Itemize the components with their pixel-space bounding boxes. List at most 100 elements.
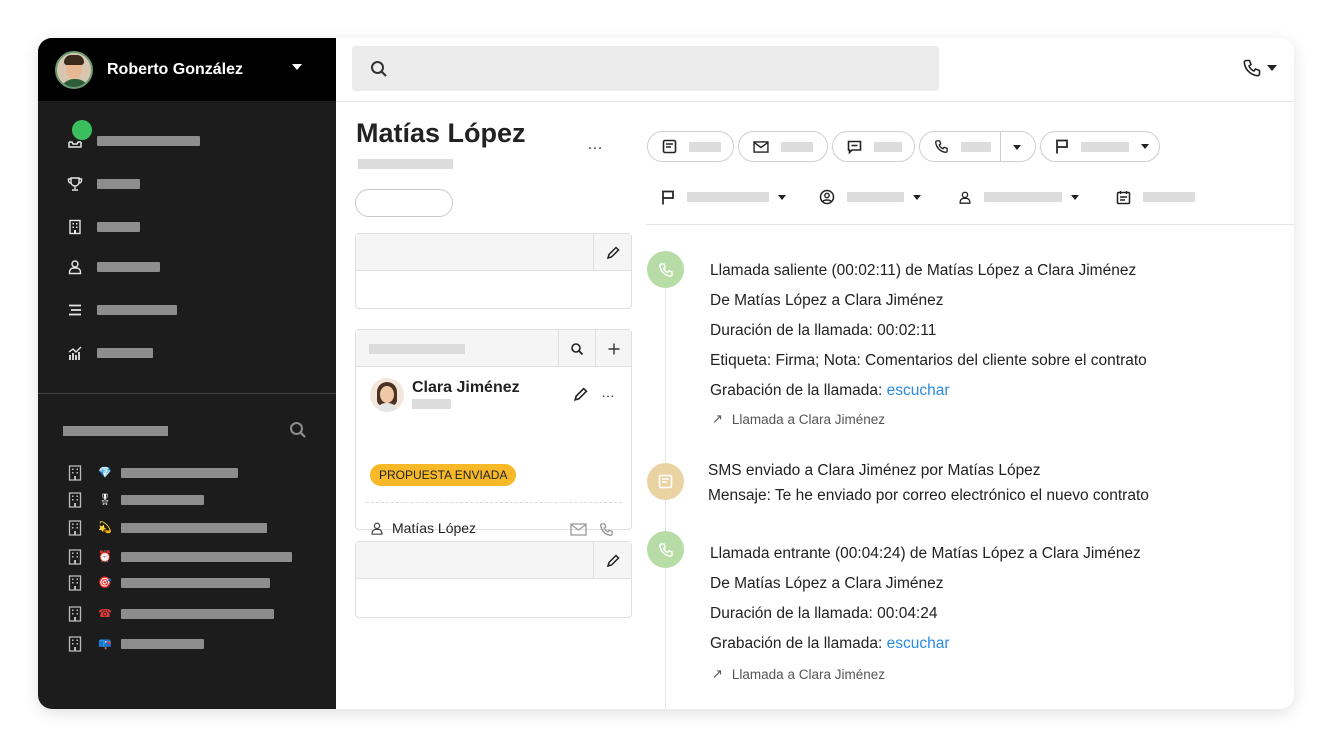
section-title-placeholder: [63, 426, 168, 436]
sidebar-item-companies[interactable]: [66, 218, 140, 236]
alarm-clock-icon: ⏰: [98, 551, 112, 563]
arrow-up-right-icon: ↗: [712, 411, 723, 426]
event-duration: Duración de la llamada: 00:02:11: [710, 322, 937, 339]
pencil-icon[interactable]: [573, 387, 588, 402]
company-list-item[interactable]: 🎖: [66, 491, 204, 509]
sidebar-item-contacts[interactable]: [66, 258, 160, 276]
info-card: [355, 233, 632, 309]
call-button[interactable]: [919, 131, 1036, 162]
chevron-down-icon: [913, 194, 921, 200]
chevron-down-icon: [1071, 194, 1079, 200]
event-title: Llamada entrante (00:04:24) de Matías Ló…: [710, 545, 1141, 562]
chevron-down-icon[interactable]: [1013, 145, 1021, 150]
sms-button[interactable]: [832, 131, 915, 162]
search-input[interactable]: [352, 46, 939, 91]
company-name-placeholder: [121, 468, 238, 478]
pencil-icon: [606, 553, 620, 567]
building-icon: [66, 464, 84, 482]
building-icon: [66, 218, 84, 236]
filter-person[interactable]: [958, 188, 1079, 206]
user-avatar: [55, 50, 93, 89]
email-button[interactable]: [738, 131, 828, 162]
sidebar-item-deals[interactable]: [66, 175, 140, 193]
telephone-icon: ☎: [98, 608, 112, 620]
calendar-icon: [1116, 190, 1131, 204]
email-icon[interactable]: [570, 523, 587, 536]
gem-icon: 💎: [98, 467, 112, 479]
chevron-down-icon[interactable]: [1267, 65, 1277, 71]
flag-icon: [1056, 139, 1068, 154]
nav-label-placeholder: [97, 262, 160, 272]
chevron-down-icon: [778, 194, 786, 200]
header-divider: [336, 101, 1294, 102]
user-circle-icon: [819, 189, 835, 205]
event-recording: Grabación de la llamada: escuchar: [710, 635, 950, 653]
company-list-item[interactable]: 💫: [66, 519, 267, 537]
company-list-item[interactable]: 💎: [66, 464, 238, 482]
flag-icon: [662, 190, 674, 204]
sidebar-item-reports[interactable]: [66, 344, 153, 362]
event-title: SMS enviado a Clara Jiménez por Matías L…: [708, 462, 1041, 479]
flag-button[interactable]: [1040, 131, 1160, 162]
user-menu[interactable]: Roberto González: [38, 38, 336, 101]
search-button[interactable]: [558, 330, 594, 367]
company-list-item[interactable]: 🎯: [66, 574, 270, 592]
search-icon: [570, 342, 583, 355]
recording-label: Grabación de la llamada:: [710, 635, 887, 652]
filter-date[interactable]: [1116, 188, 1195, 206]
filter-flag[interactable]: [661, 188, 786, 206]
sms-event-icon: [647, 463, 684, 500]
add-button[interactable]: [595, 330, 631, 367]
phone-icon[interactable]: [599, 522, 614, 537]
divider: [366, 502, 622, 503]
nav-label-placeholder: [97, 179, 140, 189]
note-icon: [662, 139, 677, 154]
person-icon: [959, 191, 971, 204]
note-icon: [658, 474, 673, 489]
edit-button[interactable]: [593, 234, 631, 271]
contact-subtitle-placeholder: [358, 159, 453, 169]
page-title: Matías López: [356, 118, 526, 148]
trophy-icon: [66, 175, 84, 193]
chevron-down-icon[interactable]: [292, 64, 302, 70]
deal-subtitle-placeholder: [412, 399, 451, 409]
deal-contact-name[interactable]: Clara Jiménez: [412, 379, 520, 397]
info-card: [355, 541, 632, 618]
edit-button[interactable]: [593, 542, 631, 579]
deal-more-button[interactable]: …: [601, 384, 616, 400]
company-name-placeholder: [121, 639, 204, 649]
more-options-button[interactable]: …: [587, 136, 604, 154]
recording-label: Grabación de la llamada:: [710, 382, 887, 399]
mailbox-icon: 📪: [98, 638, 112, 650]
phone-icon: [935, 140, 948, 153]
sidebar-item-lists[interactable]: [66, 301, 177, 319]
deal-title-placeholder: [369, 344, 465, 354]
event-from-to: De Matías López a Clara Jiménez: [710, 575, 944, 592]
chevron-down-icon: [1141, 144, 1149, 149]
user-name: Roberto González: [107, 60, 244, 78]
list-icon: [66, 301, 84, 319]
company-list-item[interactable]: ⏰: [66, 548, 292, 566]
listen-link[interactable]: escuchar: [887, 635, 950, 652]
contact-action-button[interactable]: [355, 189, 453, 217]
company-name-placeholder: [121, 552, 292, 562]
search-icon[interactable]: [289, 421, 309, 441]
owner-name: Matías López: [392, 520, 477, 536]
company-list-item[interactable]: ☎: [66, 605, 274, 623]
note-button[interactable]: [647, 131, 734, 162]
chart-icon: [66, 344, 84, 362]
dizzy-star-icon: 💫: [98, 522, 112, 534]
nav-label-placeholder: [97, 222, 140, 232]
building-icon: [66, 548, 84, 566]
company-list-item[interactable]: 📪: [66, 635, 204, 653]
event-from-to: De Matías López a Clara Jiménez: [710, 292, 944, 309]
listen-link[interactable]: escuchar: [887, 382, 950, 399]
event-tag-note: Etiqueta: Firma; Nota: Comentarios del c…: [710, 352, 1147, 369]
online-status-dot: [72, 120, 92, 140]
call-event-icon: [647, 531, 684, 568]
deal-owner: Matías López: [370, 520, 476, 536]
medal-icon: 🎖: [98, 494, 112, 506]
company-name-placeholder: [121, 523, 267, 533]
filter-user[interactable]: [819, 188, 921, 206]
phone-icon[interactable]: [1242, 58, 1262, 83]
